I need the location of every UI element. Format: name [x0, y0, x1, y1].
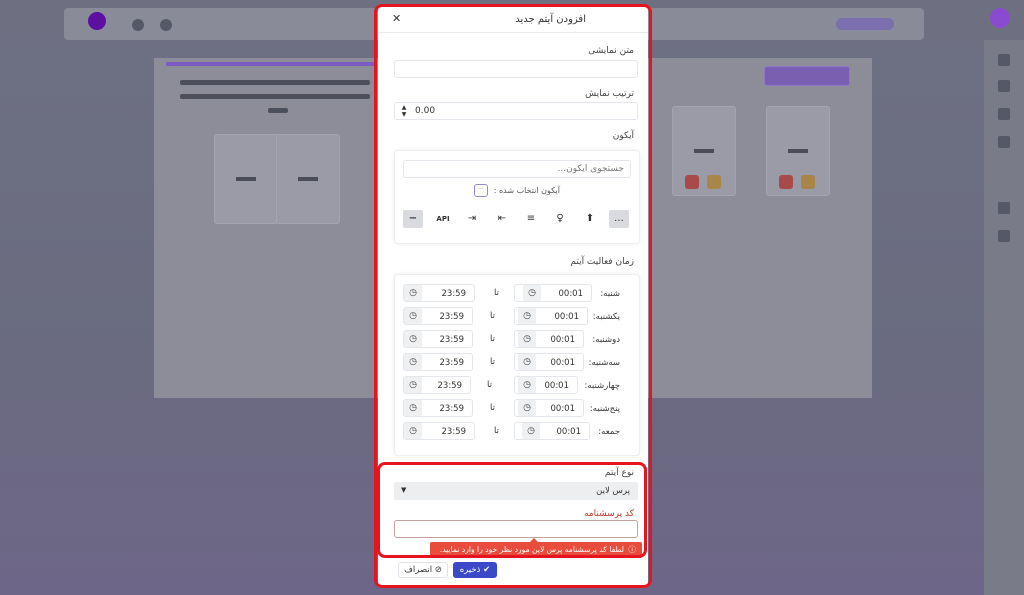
day-label: جمعه: [598, 427, 620, 437]
day-label: چهارشنبه: [584, 381, 620, 391]
schedule-row: جمعه: 00:01 ◷ تا 23:59 ◷ [394, 422, 638, 442]
clock-icon[interactable]: ◷ [404, 331, 422, 347]
content-panel-accent [166, 62, 376, 66]
to-label: تا [494, 426, 499, 436]
modal-title: افزودن آیتم جدید [515, 14, 586, 25]
item-type-select[interactable]: پرس لاین ▼ [394, 482, 638, 500]
bg-card [276, 134, 340, 224]
clock-icon[interactable]: ◷ [518, 308, 536, 324]
clock-icon[interactable]: ◷ [522, 423, 540, 439]
content-text-line [180, 94, 370, 99]
clock-icon[interactable]: ◷ [523, 285, 541, 301]
clock-icon[interactable]: ◷ [518, 377, 536, 393]
clock-icon[interactable]: ◷ [518, 400, 536, 416]
save-button[interactable]: ✔ ذخیره [453, 562, 497, 578]
avatar [990, 8, 1010, 28]
day-label: یکشنبه: [592, 312, 620, 322]
clock-icon[interactable]: ◷ [404, 354, 422, 370]
icon-label: آیکون [612, 131, 634, 141]
schedule-label: زمان فعالیت آیتم [570, 257, 634, 267]
align-right-icon[interactable]: ⇥ [462, 210, 482, 228]
api-icon[interactable]: API [433, 210, 453, 228]
day-label: دوشنبه: [592, 335, 620, 345]
caret-down-icon: ▼ [401, 486, 407, 494]
bg-add-button [764, 66, 850, 86]
to-label: تا [490, 311, 495, 321]
to-label: تا [487, 380, 492, 390]
clock-icon[interactable]: ◷ [404, 423, 422, 439]
clock-icon[interactable]: ◷ [518, 354, 536, 370]
modal-header: افزودن آیتم جدید ✕ [378, 6, 648, 33]
clock-icon[interactable]: ◷ [404, 308, 422, 324]
to-label: تا [490, 334, 495, 344]
comment-icon: ··· [474, 184, 488, 197]
display-text-input[interactable] [394, 60, 638, 78]
schedule-row: شنبه: 00:01 ◷ تا 23:59 ◷ [394, 284, 638, 304]
questionnaire-code-input[interactable] [394, 520, 638, 538]
day-label: شنبه: [600, 289, 620, 299]
side-rail [984, 40, 1024, 595]
settings-icon [160, 19, 172, 31]
cancel-button[interactable]: ⊘ انصراف [398, 562, 448, 578]
day-label: پنج‌شنبه: [589, 404, 620, 414]
clock-icon[interactable]: ◷ [404, 377, 422, 393]
bg-card [766, 106, 830, 196]
app-logo [88, 12, 106, 30]
bg-card [672, 106, 736, 196]
schedule-row: پنج‌شنبه: 00:01 ◷ تا 23:59 ◷ [394, 399, 638, 419]
icon-search-input[interactable] [403, 160, 631, 178]
upload-icon[interactable]: ⬆ [580, 210, 600, 228]
to-label: تا [494, 288, 499, 298]
clock-icon[interactable]: ◷ [518, 331, 536, 347]
minus-icon[interactable]: − [403, 210, 423, 228]
schedule-row: چهارشنبه: 00:01 ◷ تا 23:59 ◷ [394, 376, 638, 396]
display-order-label: ترتیب نمایش [585, 89, 634, 99]
menu-icon [132, 19, 144, 31]
ellipsis-icon[interactable]: … [609, 210, 629, 228]
content-text-line [268, 108, 288, 113]
bg-card [214, 134, 278, 224]
ban-icon: ⊘ [434, 565, 442, 575]
schedule-row: یکشنبه: 00:01 ◷ تا 23:59 ◷ [394, 307, 638, 327]
clock-icon[interactable]: ◷ [404, 400, 422, 416]
alert-circle-icon: ⓘ [628, 545, 636, 554]
to-label: تا [490, 357, 495, 367]
questionnaire-code-label: کد پرسشنامه [583, 509, 634, 519]
display-order-input[interactable] [394, 102, 638, 120]
lightbulb-icon[interactable]: ♀ [550, 210, 570, 228]
display-text-label: متن نمایشی [588, 46, 634, 56]
order-stepper[interactable]: ▲ ▼ [400, 104, 408, 118]
content-text-line [180, 80, 370, 85]
close-icon[interactable]: ✕ [392, 12, 401, 25]
to-label: تا [490, 403, 495, 413]
item-type-label: نوع آیتم [604, 468, 634, 478]
align-left-icon[interactable]: ⇤ [492, 210, 512, 228]
add-item-modal: افزودن آیتم جدید ✕ متن نمایشی ترتیب نمای… [378, 6, 648, 588]
schedule-row: دوشنبه: 00:01 ◷ تا 23:59 ◷ [394, 330, 638, 350]
schedule-row: سه‌شنبه: 00:01 ◷ تا 23:59 ◷ [394, 353, 638, 373]
align-center-icon[interactable]: ≡ [521, 210, 541, 228]
error-tooltip: ⓘ لطفا کد پرسشنامه پرس لاین مورد نظر خود… [430, 542, 642, 558]
day-label: سه‌شنبه: [588, 358, 620, 368]
check-icon: ✔ [483, 565, 491, 575]
selected-icon-label: آیکون انتخاب شده : [493, 186, 560, 195]
clock-icon[interactable]: ◷ [404, 285, 422, 301]
header-user-pill [836, 18, 894, 30]
